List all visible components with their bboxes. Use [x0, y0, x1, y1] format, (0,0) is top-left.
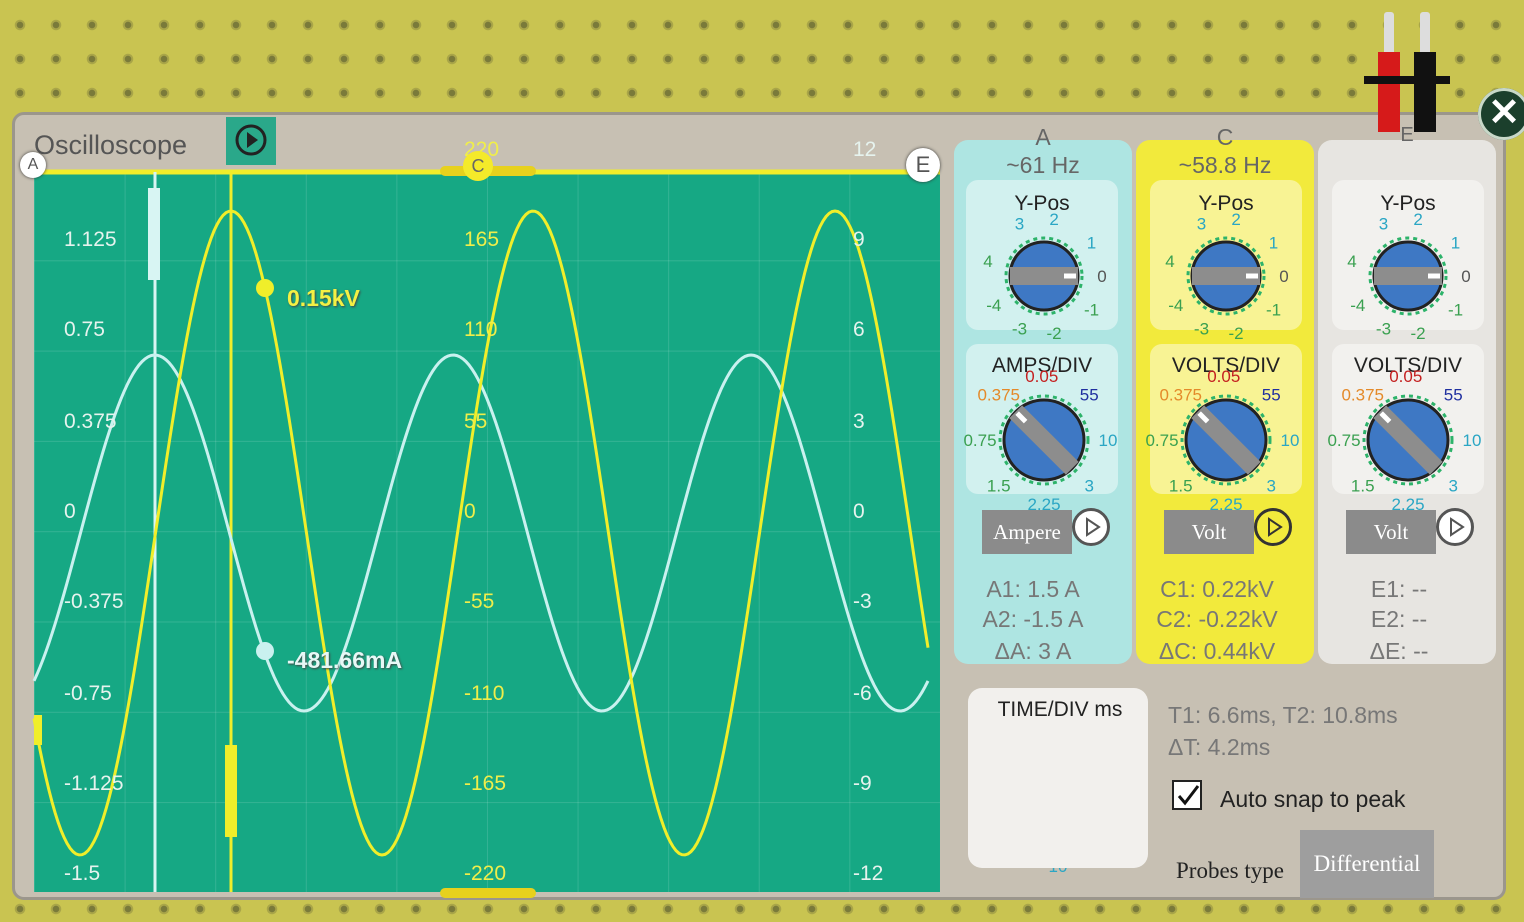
probes-type-label: Probes type — [1176, 858, 1284, 883]
ypos-0-scale-1: 1 — [1087, 234, 1096, 253]
auto-snap-label: Auto snap to peak — [1220, 786, 1406, 812]
ypos-1-scale-2: 0 — [1279, 267, 1288, 286]
knobs-layer: 210-1-2-3-4430.05551032.251.50.750.37521… — [963, 210, 1482, 876]
play-icon-a[interactable] — [1072, 508, 1110, 546]
ypos-2-scale-2: 0 — [1461, 267, 1470, 286]
div-2-scale-6: 0.75 — [1327, 431, 1360, 450]
div-2-scale-2: 10 — [1463, 431, 1482, 450]
probes-type-button[interactable]: Differential — [1300, 830, 1434, 898]
ypos-0-scale-3: -1 — [1084, 300, 1099, 319]
ypos-2-scale-0: 2 — [1413, 210, 1422, 229]
div-1-scale-4: 2.25 — [1209, 495, 1242, 514]
ypos-2-scale-1: 1 — [1451, 234, 1460, 253]
div-1-scale-0: 0.05 — [1207, 367, 1240, 386]
div-1-scale-5: 1.5 — [1169, 476, 1193, 495]
ypos-1-scale-4: -2 — [1229, 324, 1244, 343]
div-0-scale-5: 1.5 — [987, 476, 1011, 495]
div-2-scale-1: 55 — [1444, 386, 1463, 405]
ypos-1-scale-5: -3 — [1194, 320, 1209, 339]
play-icon-c[interactable] — [1254, 508, 1292, 546]
t-values: T1: 6.6ms, T2: 10.8ms — [1168, 702, 1398, 728]
auto-snap-checkbox[interactable] — [1172, 780, 1202, 810]
div-0-scale-3: 3 — [1085, 476, 1094, 495]
ypos-1-scale-7: 4 — [1165, 252, 1174, 271]
div-2-scale-7: 0.375 — [1341, 386, 1384, 405]
div-1-scale-6: 0.75 — [1145, 431, 1178, 450]
ypos-2-scale-6: -4 — [1350, 296, 1365, 315]
delta-t-value: ΔT: 4.2ms — [1168, 734, 1271, 760]
div-0-scale-2: 10 — [1099, 431, 1118, 450]
ypos-1-scale-3: -1 — [1266, 300, 1281, 319]
checkmark-icon — [1177, 785, 1200, 806]
probe-leads-icon — [1364, 12, 1450, 132]
div-0-scale-6: 0.75 — [963, 431, 996, 450]
ypos-1-scale-0: 2 — [1231, 210, 1240, 229]
ypos-0-scale-7: 4 — [983, 252, 992, 271]
ypos-2-scale-8: 3 — [1379, 214, 1388, 233]
div-1-scale-3: 3 — [1267, 476, 1276, 495]
ypos-1-scale-6: -4 — [1168, 296, 1183, 315]
ypos-2-scale-4: -2 — [1411, 324, 1426, 343]
div-2-scale-3: 3 — [1449, 476, 1458, 495]
div-1-scale-7: 0.375 — [1159, 386, 1202, 405]
ypos-1-scale-1: 1 — [1269, 234, 1278, 253]
div-2-scale-0: 0.05 — [1389, 367, 1422, 386]
time-div-label: TIME/DIV ms — [997, 698, 1123, 721]
div-0-scale-0: 0.05 — [1025, 367, 1058, 386]
ypos-0-scale-4: -2 — [1047, 324, 1062, 343]
div-2-scale-5: 1.5 — [1351, 476, 1375, 495]
play-icon-e[interactable] — [1436, 508, 1474, 546]
ypos-2-scale-7: 4 — [1347, 252, 1356, 271]
ypos-2-scale-3: -1 — [1448, 300, 1463, 319]
ypos-0-scale-8: 3 — [1015, 214, 1024, 233]
ypos-0-scale-0: 2 — [1049, 210, 1058, 229]
div-1-scale-2: 10 — [1281, 431, 1300, 450]
ypos-0-scale-6: -4 — [986, 296, 1001, 315]
close-button[interactable]: ✕ — [1478, 88, 1524, 140]
ypos-0-scale-5: -3 — [1012, 320, 1027, 339]
div-0-scale-4: 2.25 — [1027, 495, 1060, 514]
div-0-scale-7: 0.375 — [977, 386, 1020, 405]
div-1-scale-1: 55 — [1262, 386, 1281, 405]
div-0-scale-1: 55 — [1080, 386, 1099, 405]
ypos-2-scale-5: -3 — [1376, 320, 1391, 339]
ypos-0-scale-2: 0 — [1097, 267, 1106, 286]
ypos-1-scale-8: 3 — [1197, 214, 1206, 233]
div-2-scale-4: 2.25 — [1391, 495, 1424, 514]
